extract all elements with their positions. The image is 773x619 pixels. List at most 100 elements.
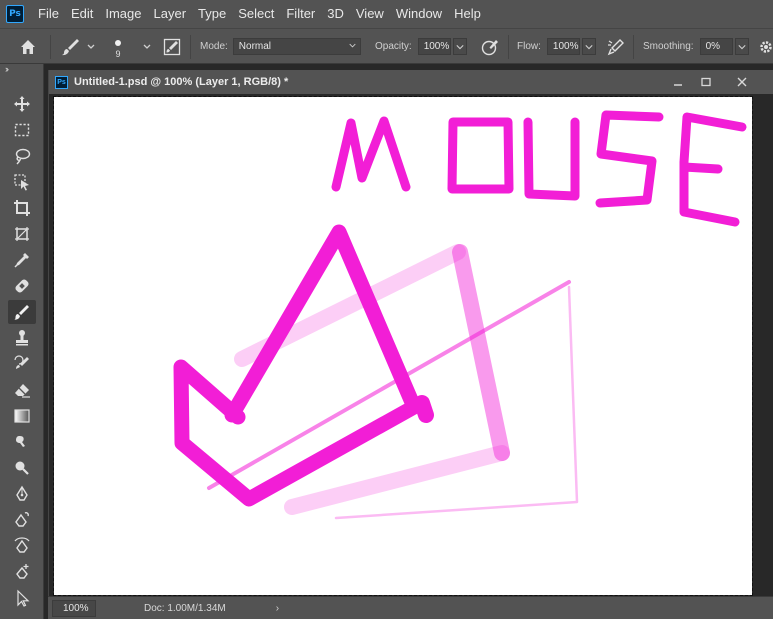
letter-s [595,110,664,208]
freeform-pen-tool[interactable] [8,508,36,532]
options-separator [633,35,634,59]
menu-filter[interactable]: Filter [280,0,321,28]
anchor-point-tool[interactable] [8,560,36,584]
mode-control: Mode: Normal [200,29,361,64]
menu-help[interactable]: Help [448,0,487,28]
smudge-finger-icon [16,436,25,447]
brush-settings-panel-toggle[interactable] [163,29,181,64]
pen-icon [16,485,28,501]
move-tool[interactable] [8,92,36,116]
eraser-tool[interactable] [8,378,36,402]
smoothing-control: Smoothing: 0% [643,29,749,64]
airbrush-icon [607,38,624,55]
thin-diagonal-line [207,280,571,490]
menu-file[interactable]: File [32,0,65,28]
collapse-panel-icon[interactable]: ›› [5,64,9,74]
maximize-icon [701,77,711,87]
chevron-down-icon [143,44,151,49]
chevron-down-icon [456,44,464,49]
clone-stamp-tool[interactable] [8,326,36,350]
brush-settings-icon [163,38,181,55]
blur-tool[interactable] [8,430,36,454]
menu-3d[interactable]: 3D [321,0,350,28]
brush-tip-preview-icon [115,40,121,46]
gear-icon [760,40,772,53]
zoom-level-field[interactable]: 100% [52,599,96,617]
brush-preset-dropdown-arrow[interactable] [142,29,152,64]
document-title-bar[interactable]: Ps Untitled-1.psd @ 100% (Layer 1, RGB/8… [49,70,773,94]
home-button[interactable] [18,29,38,64]
opacity-input[interactable]: 100% [417,38,451,55]
clone-stamp-icon [16,330,28,346]
brush-size-label: 9 [115,49,121,59]
smoothing-label: Smoothing: [643,41,694,52]
menu-window[interactable]: Window [390,0,448,28]
close-button[interactable] [726,70,758,94]
options-separator [50,35,51,59]
dodge-tool[interactable] [8,456,36,480]
lasso-icon [15,148,31,165]
mode-label: Mode: [200,41,228,52]
menu-bar: Ps File Edit Image Layer Type Select Fil… [0,0,773,28]
marquee-tool[interactable] [8,118,36,142]
eyedropper-icon [14,253,29,268]
document-canvas[interactable] [53,96,753,596]
gradient-tool[interactable] [8,404,36,428]
menu-view[interactable]: View [350,0,390,28]
smoothing-value: 0% [705,41,721,52]
history-brush-icon [14,355,29,369]
healing-brush-tool[interactable] [8,274,36,298]
menu-type[interactable]: Type [192,0,232,28]
status-bar: 100% Doc: 1.00M/1.34M › [48,596,773,619]
smoothing-options-button[interactable] [759,29,773,64]
pen-tool[interactable] [8,482,36,506]
pressure-opacity-toggle[interactable] [480,29,500,64]
opacity-control: Opacity: 100% [375,29,467,64]
brush-tool[interactable] [8,300,36,324]
maximize-button[interactable] [690,70,722,94]
curvature-pen-tool[interactable] [8,534,36,558]
mode-value: Normal [238,41,272,52]
path-select-tool[interactable] [8,586,36,610]
flow-value: 100% [552,41,579,52]
lasso-tool[interactable] [8,144,36,168]
brush-icon [14,305,29,320]
tool-preset-picker[interactable] [60,29,96,64]
eyedropper-tool[interactable] [8,248,36,272]
chevron-down-icon [737,44,746,49]
smoothing-slider-toggle[interactable] [734,38,749,55]
options-separator [508,35,509,59]
opacity-slider-toggle[interactable] [452,38,467,55]
quick-select-tool[interactable] [8,170,36,194]
frame-tool[interactable] [8,222,36,246]
translucent-stroke-right [452,244,510,461]
menu-image[interactable]: Image [99,0,147,28]
brush-preset-picker[interactable]: 9 [115,29,121,64]
menu-edit[interactable]: Edit [65,0,99,28]
document-size-info[interactable]: Doc: 1.00M/1.34M [144,603,226,614]
mode-dropdown[interactable]: Normal [232,38,361,55]
smoothing-input[interactable]: 0% [699,38,733,55]
opacity-label: Opacity: [375,41,412,52]
rectangular-marquee-icon [14,123,30,137]
options-bar: 9 Mode: Normal Opacity: 100% Flow: 100% [0,28,773,64]
crop-tool[interactable] [8,196,36,220]
flow-control: Flow: 100% [517,29,596,64]
photoshop-logo-icon: Ps [6,5,24,23]
dodge-icon [15,461,29,475]
options-separator [190,35,191,59]
flow-slider-toggle[interactable] [581,38,596,55]
document-title: Untitled-1.psd @ 100% (Layer 1, RGB/8) * [74,76,289,88]
photoshop-document-icon: Ps [55,75,68,89]
history-brush-tool[interactable] [8,352,36,376]
crop-icon [14,200,30,216]
flow-input[interactable]: 100% [546,38,580,55]
status-menu-arrow-icon[interactable]: › [276,603,279,614]
eraser-icon [15,384,30,398]
menu-layer[interactable]: Layer [148,0,193,28]
path-selection-arrow-icon [17,589,30,607]
chevron-down-icon [349,43,356,48]
move-icon [14,96,30,112]
airbrush-toggle[interactable] [606,29,626,64]
menu-select[interactable]: Select [232,0,280,28]
